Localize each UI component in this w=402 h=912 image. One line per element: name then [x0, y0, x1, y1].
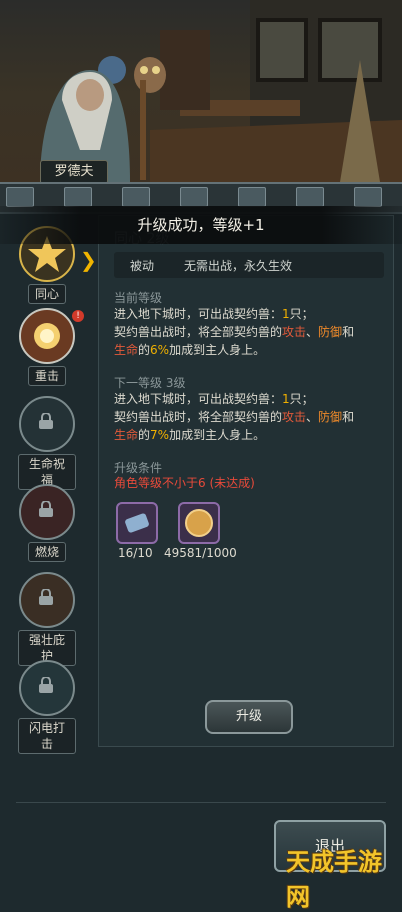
burst-icon — [19, 308, 75, 364]
current-level-desc: 进入地下城时，可出战契约兽：1只； 契约兽出战时，将全部契约兽的攻击、防御和 生… — [114, 307, 355, 357]
skill-tag-row: 被动 无需出战，永久生效 — [114, 252, 384, 278]
gold-coin-icon[interactable] — [178, 502, 220, 544]
sidebar-item-label: 重击 — [27, 366, 66, 386]
npc-name-label: 罗德夫 — [40, 160, 108, 184]
scroll-material-icon[interactable] — [116, 502, 158, 544]
sidebar-item-ranshao[interactable]: 燃烧 — [18, 484, 76, 562]
skill-type-tag: 被动 — [130, 259, 155, 273]
current-level-heading: 当前等级 — [114, 291, 163, 305]
sidebar-item-label: 闪电打击 — [18, 718, 76, 754]
sidebar-item-label: 燃烧 — [27, 542, 66, 562]
sidebar-item-shengmingzhufu[interactable]: 生命祝福 — [18, 396, 76, 490]
next-level-heading: 下一等级 3级 — [114, 376, 186, 390]
sidebar-item-qiangzhuangbihu[interactable]: 强壮庇护 — [18, 572, 76, 666]
scene-background: 罗德夫 — [0, 0, 402, 210]
requirement-condition: 角色等级不小于6 (未达成) — [114, 476, 255, 490]
skill-tag-desc: 无需出战，永久生效 — [184, 259, 293, 273]
lock-icon — [19, 484, 75, 540]
lock-icon — [19, 396, 75, 452]
material-count: 16/10 — [118, 546, 153, 560]
selected-arrow-icon: ❯ — [80, 248, 97, 272]
lock-icon — [19, 572, 75, 628]
upgrade-button[interactable]: 升级 — [205, 700, 293, 734]
next-level-desc: 进入地下城时，可出战契约兽：1只； 契约兽出战时，将全部契约兽的攻击、防御和 生… — [114, 392, 355, 442]
gold-count: 49581/1000 — [164, 546, 237, 560]
sidebar-item-zhongji[interactable]: 重击 — [18, 308, 76, 386]
sidebar-item-label: 同心 — [27, 284, 66, 304]
sidebar-item-shandiandaji[interactable]: 闪电打击 — [18, 660, 76, 754]
divider — [16, 802, 386, 803]
upgrade-toast: 升级成功，等级+1 — [0, 206, 402, 244]
notification-badge: ! — [72, 310, 84, 322]
watermark-logo: 天成手游网 — [286, 848, 382, 911]
lock-icon — [19, 660, 75, 716]
